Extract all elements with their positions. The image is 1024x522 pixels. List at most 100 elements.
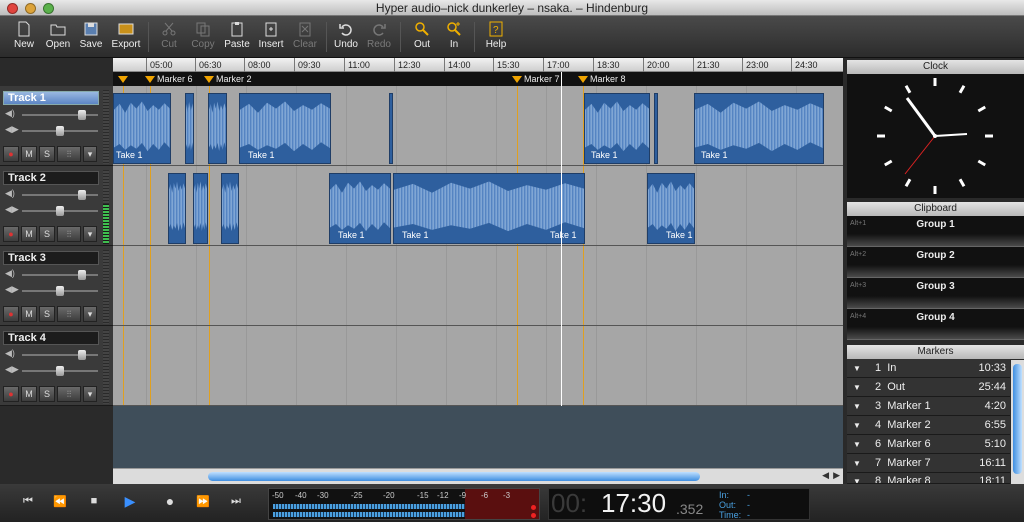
audio-clip[interactable]	[168, 173, 186, 244]
clipboard-slot[interactable]: Alt+4 Group 4	[847, 309, 1024, 340]
export-button[interactable]: Export	[108, 18, 144, 56]
marker-7-flag[interactable]: Marker 7	[512, 73, 560, 85]
volume-slider[interactable]	[22, 190, 98, 200]
save-button[interactable]: Save	[76, 18, 106, 56]
solo-button[interactable]: S	[39, 386, 55, 402]
audio-clip[interactable]: Take 1	[647, 173, 695, 244]
track-menu-chevron-icon[interactable]: ▾	[83, 386, 97, 402]
close-window-button[interactable]	[7, 3, 18, 14]
pan-slider[interactable]	[22, 126, 98, 136]
audio-clip[interactable]	[185, 93, 194, 164]
eq-icon[interactable]: ⫶⫶	[57, 386, 81, 402]
solo-button[interactable]: S	[39, 226, 55, 242]
horizontal-scrollbar[interactable]: ◀ ▶	[113, 468, 843, 484]
markers-scrollbar[interactable]	[1011, 360, 1024, 484]
marker-2-flag[interactable]: Marker 2	[204, 73, 252, 85]
minimize-window-button[interactable]	[25, 3, 36, 14]
marker-list-item[interactable]: ▼ 7 Marker 7 16:11	[847, 454, 1010, 473]
track-name[interactable]: Track 1	[3, 91, 99, 105]
audio-clip[interactable]: Take 1	[329, 173, 391, 244]
go-to-end-icon[interactable]: ⏭	[226, 495, 246, 511]
slider-knob[interactable]	[56, 206, 64, 216]
undo-button[interactable]: Undo	[332, 18, 360, 56]
chevron-down-icon[interactable]: ▼	[853, 378, 861, 397]
track-3-lane[interactable]	[113, 246, 843, 326]
track-name[interactable]: Track 3	[3, 251, 99, 265]
stop-icon[interactable]: ■	[84, 495, 104, 511]
mute-button[interactable]: M	[21, 386, 37, 402]
mute-button[interactable]: M	[21, 306, 37, 322]
marker-flag[interactable]	[118, 73, 130, 85]
slider-knob[interactable]	[56, 366, 64, 376]
solo-button[interactable]: S	[39, 146, 55, 162]
marker-list-item[interactable]: ▼ 2 Out 25:44	[847, 378, 1010, 397]
eq-icon[interactable]: ⫶⫶	[57, 146, 81, 162]
clipboard-slot[interactable]: Alt+1 Group 1	[847, 216, 1024, 247]
clock-panel-header[interactable]: Clock	[847, 60, 1024, 74]
audio-clip[interactable]: Take 1	[584, 93, 650, 164]
track-4-lane[interactable]	[113, 326, 843, 406]
volume-slider[interactable]	[22, 270, 98, 280]
clipboard-slot[interactable]: Alt+3 Group 3	[847, 278, 1024, 309]
rewind-icon[interactable]: ⏪	[50, 495, 70, 511]
open-button[interactable]: Open	[42, 18, 74, 56]
volume-slider[interactable]	[22, 350, 98, 360]
solo-button[interactable]: S	[39, 306, 55, 322]
chevron-down-icon[interactable]: ▼	[853, 416, 861, 435]
redo-button[interactable]: Redo	[365, 18, 393, 56]
pan-slider[interactable]	[22, 366, 98, 376]
chevron-down-icon[interactable]: ▼	[853, 454, 861, 473]
record-arm-button[interactable]: ●	[3, 146, 19, 162]
marker-list-item[interactable]: ▼ 1 In 10:33	[847, 359, 1010, 378]
zoom-window-button[interactable]	[43, 3, 54, 14]
clear-button[interactable]: Clear	[290, 18, 320, 56]
slider-knob[interactable]	[78, 110, 86, 120]
chevron-down-icon[interactable]: ▼	[853, 397, 861, 416]
chevron-down-icon[interactable]: ▼	[853, 435, 861, 454]
scrollbar-thumb[interactable]	[1013, 364, 1022, 474]
track-menu-chevron-icon[interactable]: ▾	[83, 226, 97, 242]
clipboard-panel-header[interactable]: Clipboard	[847, 202, 1024, 216]
insert-button[interactable]: Insert	[255, 18, 287, 56]
audio-clip[interactable]: Take 1	[694, 93, 824, 164]
record-arm-button[interactable]: ●	[3, 386, 19, 402]
volume-slider[interactable]	[22, 110, 98, 120]
audio-clip[interactable]	[389, 93, 393, 164]
track-menu-chevron-icon[interactable]: ▾	[83, 146, 97, 162]
audio-clip[interactable]	[221, 173, 239, 244]
scrollbar-thumb[interactable]	[208, 472, 700, 481]
timeline-ruler[interactable]: 05:00 06:30 08:00 09:30 11:00 12:30 14:0…	[113, 58, 843, 72]
play-icon[interactable]: ▶	[120, 493, 140, 509]
audio-clip[interactable]: Take 1 Take 1	[393, 173, 585, 244]
pan-slider[interactable]	[22, 286, 98, 296]
mute-button[interactable]: M	[21, 146, 37, 162]
paste-button[interactable]: Paste	[222, 18, 252, 56]
go-to-start-icon[interactable]: ⏮	[18, 495, 38, 511]
scroll-left-arrow-icon[interactable]: ◀	[822, 470, 829, 481]
track-name[interactable]: Track 4	[3, 331, 99, 345]
slider-knob[interactable]	[56, 126, 64, 136]
clipboard-slot[interactable]: Alt+2 Group 2	[847, 247, 1024, 278]
marker-list-item[interactable]: ▼ 3 Marker 1 4:20	[847, 397, 1010, 416]
record-icon[interactable]: ●	[160, 493, 180, 509]
audio-clip[interactable]	[193, 173, 208, 244]
audio-clip[interactable]: Take 1	[113, 93, 171, 164]
marker-list-item[interactable]: ▼ 6 Marker 6 5:10	[847, 435, 1010, 454]
slider-knob[interactable]	[78, 350, 86, 360]
slider-knob[interactable]	[56, 286, 64, 296]
pan-slider[interactable]	[22, 206, 98, 216]
fast-forward-icon[interactable]: ⏩	[193, 495, 213, 511]
marker-list-item[interactable]: ▼ 4 Marker 2 6:55	[847, 416, 1010, 435]
audio-clip[interactable]	[654, 93, 658, 164]
slider-knob[interactable]	[78, 190, 86, 200]
record-arm-button[interactable]: ●	[3, 226, 19, 242]
marker-list-item[interactable]: ▼ 8 Marker 8 18:11	[847, 473, 1010, 484]
playhead-cursor[interactable]	[561, 72, 562, 406]
track-1-lane[interactable]: Take 1 Take 1 Take 1 Take 1	[113, 86, 843, 166]
eq-icon[interactable]: ⫶⫶	[57, 226, 81, 242]
new-button[interactable]: New	[8, 18, 40, 56]
cut-button[interactable]: Cut	[155, 18, 183, 56]
eq-icon[interactable]: ⫶⫶	[57, 306, 81, 322]
empty-track-area[interactable]	[113, 406, 843, 468]
track-2-lane[interactable]: Take 1 Take 1 Take 1 Take 1	[113, 166, 843, 246]
